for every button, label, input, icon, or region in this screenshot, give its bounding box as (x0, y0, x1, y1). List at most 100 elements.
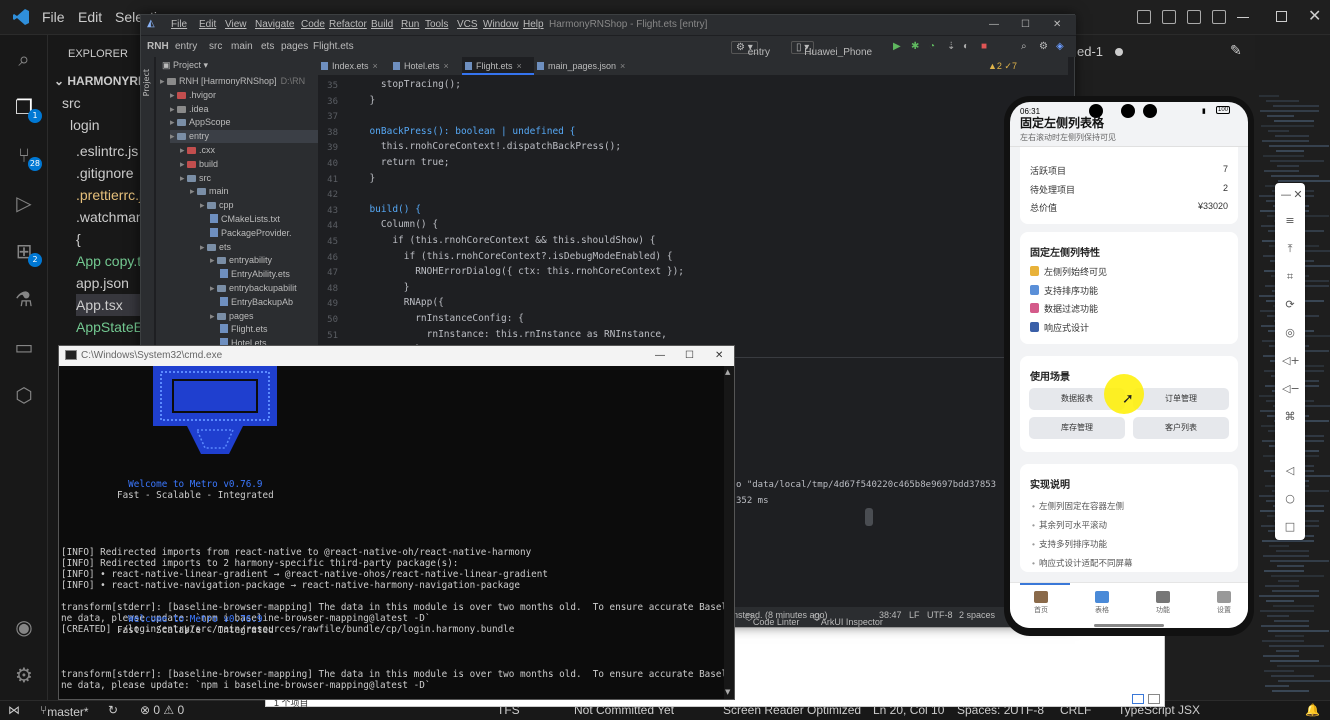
volume-up-icon[interactable]: ◁+ (1282, 353, 1300, 369)
project-tree-row[interactable]: ▸ entry (170, 130, 320, 144)
ide-indent[interactable]: 2 spaces (959, 610, 995, 620)
breadcrumb-item[interactable]: ets (261, 41, 274, 52)
ide-menu-item[interactable]: Edit (199, 19, 216, 30)
tree-toggle-icon[interactable]: ▸ (180, 145, 187, 155)
search-icon[interactable]: ⌕ (10, 45, 38, 73)
project-tree-row[interactable]: ▸ build (180, 158, 218, 171)
notifications-bell-icon[interactable]: 🔔 (1305, 703, 1320, 717)
tree-toggle-icon[interactable]: ▸ (170, 104, 177, 114)
ide-cursor-position[interactable]: 38:47 (879, 610, 902, 620)
ide-maximize-icon[interactable]: ☐ (1021, 19, 1030, 30)
project-tree-row[interactable]: ▸ ets (200, 241, 231, 254)
home-icon[interactable]: ○ (1282, 491, 1298, 507)
testing-icon[interactable]: ⚗ (10, 285, 38, 313)
edit-pencil-icon[interactable]: ✎ (1230, 43, 1242, 59)
breadcrumb-item[interactable]: entry (175, 41, 197, 52)
tree-toggle-icon[interactable]: ▸ (190, 186, 197, 196)
details-view-icon[interactable] (1132, 694, 1144, 704)
run-debug-icon[interactable]: ▷ (10, 189, 38, 217)
sidebar-right-icon[interactable] (1187, 10, 1201, 24)
problems-indicator[interactable]: ⊗ 0 ⚠ 0 (140, 703, 184, 717)
ide-menu-item[interactable]: Code (301, 19, 325, 30)
tiles-view-icon[interactable] (1148, 694, 1160, 704)
maximize-icon[interactable] (1276, 11, 1287, 22)
vscode-menu-file[interactable]: File (42, 9, 65, 25)
run-icon[interactable]: ▶ (893, 41, 901, 52)
tree-toggle-icon[interactable]: ▸ (210, 255, 217, 265)
project-tree-row[interactable]: ▸ AppScope (170, 116, 231, 129)
attach-icon[interactable]: ⇣ (947, 41, 955, 52)
layout-icon[interactable] (1137, 10, 1151, 24)
tree-toggle-icon[interactable]: ▸ (180, 159, 187, 169)
ide-menu-item[interactable]: Build (371, 19, 393, 30)
pin-top-icon[interactable]: ⤒ (1282, 241, 1298, 257)
extension-pack-icon[interactable]: ⬡ (10, 381, 38, 409)
source-control-icon[interactable]: ⑂ 28 (10, 141, 42, 171)
explorer-root-folder[interactable]: ⌄ HARMONYRN (48, 70, 140, 92)
tree-toggle-icon[interactable]: ▸ (200, 200, 207, 210)
ide-menu-item[interactable]: View (225, 19, 247, 30)
close-icon[interactable]: ✕ (1308, 6, 1321, 25)
ide-logo-small-icon[interactable]: ◈ (1056, 41, 1064, 52)
ide-settings-icon[interactable]: ⚙ (1039, 41, 1048, 52)
project-tree-row[interactable]: ▸ entryability (210, 254, 272, 267)
ide-menu-item[interactable]: Window (483, 19, 519, 30)
tree-toggle-icon[interactable]: ▸ (170, 117, 177, 127)
tab-close-icon[interactable]: × (517, 61, 522, 71)
editor-tab[interactable]: main_pages.json × (534, 57, 630, 75)
ide-menu-item[interactable]: Navigate (255, 19, 294, 30)
coverage-icon[interactable]: ◐ (963, 41, 969, 52)
stop-icon[interactable]: ■ (981, 41, 987, 52)
scene-button[interactable]: 客户列表 (1133, 417, 1229, 439)
breadcrumb-item[interactable]: RNH (147, 41, 169, 52)
project-tree-row[interactable]: ▸ cpp (200, 199, 234, 212)
nav-item-0[interactable]: 首页 (1016, 591, 1066, 615)
project-tree-row[interactable]: ▸ entrybackupabilit (210, 282, 297, 295)
cmd-scroll-down-icon[interactable]: ▼ (725, 688, 730, 696)
ide-encoding[interactable]: UTF-8 (927, 610, 953, 620)
tab-close-icon[interactable]: × (444, 61, 449, 71)
toolbar-close-icon[interactable]: ✕ (1290, 187, 1306, 203)
cmd-scroll-up-icon[interactable]: ▲ (725, 368, 730, 376)
project-tree-row[interactable]: Flight.ets (220, 323, 268, 336)
search-everywhere-icon[interactable]: ⌕ (1021, 41, 1027, 52)
panel-icon[interactable] (1162, 10, 1176, 24)
rotate-icon[interactable]: ⟳ (1282, 297, 1298, 313)
scene-button[interactable]: 库存管理 (1029, 417, 1125, 439)
project-tree-row[interactable]: ▸ .cxx (180, 144, 215, 157)
editor-tab[interactable]: Index.ets × (318, 57, 390, 75)
ide-eol[interactable]: LF (909, 610, 920, 620)
project-tree-row[interactable]: ▸ .hvigor (170, 89, 216, 102)
project-panel-header[interactable]: ▣ Project ▾ (162, 59, 208, 72)
log-scrollbar[interactable] (865, 508, 873, 526)
minimize-icon[interactable] (1237, 17, 1249, 18)
location-icon[interactable]: ◎ (1282, 325, 1298, 341)
nav-item-2[interactable]: 功能 (1138, 591, 1188, 615)
tree-toggle-icon[interactable]: ▸ (180, 173, 187, 183)
project-tree-row[interactable]: EntryBackupAb (220, 296, 293, 309)
explorer-icon[interactable]: ❐ 1 (10, 93, 42, 123)
editor-tab[interactable]: Hotel.ets × (390, 57, 462, 75)
project-tree-row[interactable]: ▸ src (180, 172, 211, 185)
tree-toggle-icon[interactable]: ▸ (170, 131, 177, 141)
breadcrumb-item[interactable]: main (231, 41, 253, 52)
customize-layout-icon[interactable] (1212, 10, 1226, 24)
back-icon[interactable]: ◁ (1282, 463, 1298, 479)
cmd-maximize-icon[interactable]: ☐ (685, 350, 694, 361)
ide-menu-item[interactable]: File (171, 19, 187, 30)
ide-close-icon[interactable]: ✕ (1053, 19, 1061, 30)
settings-gear-icon[interactable]: ⚙ (10, 661, 38, 689)
cmd-output[interactable]: Welcome to Metro v0.76.9 Fast - Scalable… (59, 366, 724, 699)
ide-menu-item[interactable]: Run (401, 19, 419, 30)
tree-toggle-icon[interactable]: ▸ (170, 90, 177, 100)
extensions-icon[interactable]: ⊞ 2 (10, 237, 42, 267)
tree-toggle-icon[interactable]: ▸ (200, 242, 207, 252)
project-tool-label[interactable]: Project (142, 69, 151, 96)
fingerprint-icon[interactable]: ⌘ (1282, 409, 1298, 425)
breadcrumb-item[interactable]: src (209, 41, 222, 52)
tree-toggle-icon[interactable]: ▸ (210, 311, 217, 321)
project-tree-row[interactable]: ▸ pages (210, 310, 254, 323)
project-tree-row[interactable]: CMakeLists.txt (210, 213, 280, 226)
project-tree-row[interactable]: EntryAbility.ets (220, 268, 290, 281)
tree-toggle-icon[interactable]: ▸ (160, 76, 167, 86)
